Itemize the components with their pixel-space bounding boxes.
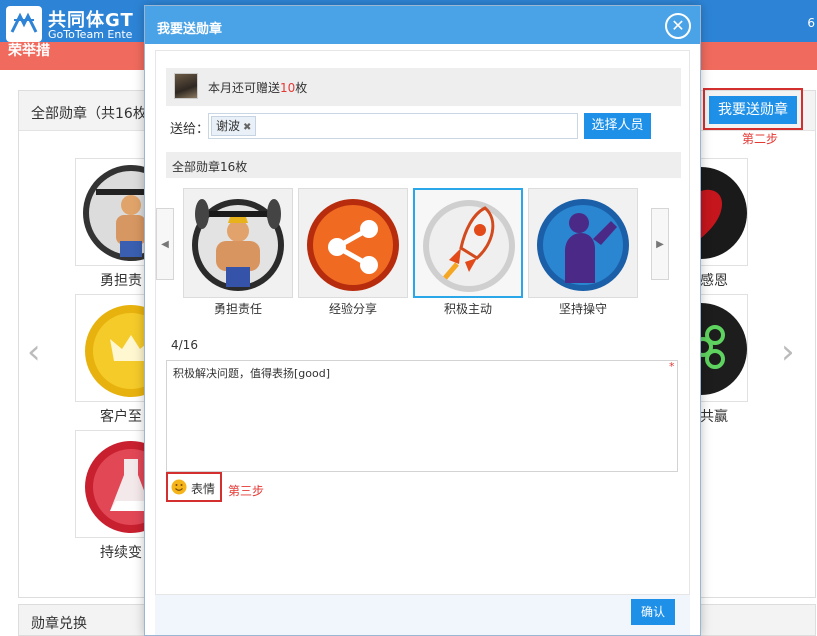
badge-card[interactable] (183, 188, 293, 298)
carousel-prev-icon[interactable]: ‹ (27, 332, 41, 372)
remove-recipient-icon[interactable]: ✖ (243, 122, 251, 133)
quota-bar: 本月还可赠送10枚 (166, 68, 681, 106)
close-icon[interactable]: ✕ (665, 13, 691, 39)
emoji-button[interactable]: 表情 (166, 472, 222, 502)
choose-people-button[interactable]: 选择人员 (584, 113, 651, 139)
emoji-label: 表情 (191, 482, 216, 496)
badge-exchange-title: 勋章兑换 (31, 616, 87, 632)
smiley-icon (171, 479, 187, 495)
quota-count: 10 (280, 81, 296, 95)
quota-suffix: 枚 (295, 81, 308, 95)
share-icon (307, 199, 399, 291)
bg-badge-label: 共赢 (700, 409, 728, 425)
carousel-next-icon[interactable]: › (781, 332, 795, 372)
bg-badge-label: 客户至 (100, 409, 142, 425)
section-title: 荣举措 (8, 43, 50, 59)
send-badge-dialog: 我要送勋章 ✕ 本月还可赠送10枚 送给： 谢波 ✖ 选择人员 全部勋章16枚 ◀… (144, 5, 701, 636)
recipient-tag: 谢波 ✖ (211, 116, 257, 136)
bg-badge-label: 勇担责 (100, 273, 142, 289)
all-badges-title: 全部勋章16枚 (172, 160, 248, 174)
badge-card[interactable] (528, 188, 638, 298)
required-mark: * (669, 360, 675, 373)
recipient-input[interactable]: 谢波 ✖ (208, 113, 578, 139)
message-textarea[interactable]: 积极解决问题，值得表扬[good] (166, 360, 678, 472)
dialog-footer: 确认 (155, 595, 690, 635)
weightlifter-icon (192, 199, 284, 291)
badge-next-button[interactable]: ▶ (651, 208, 669, 280)
rocket-icon (423, 200, 515, 292)
step2-label: 第二步 (742, 132, 779, 146)
badge-label: 积极主动 (443, 302, 492, 316)
bg-badge-label: 感恩 (700, 273, 728, 289)
chevron-left-icon: ◀ (161, 239, 169, 250)
avatar (174, 73, 198, 99)
badge-label: 勇担责任 (213, 302, 262, 316)
all-badges-bar: 全部勋章16枚 (166, 152, 681, 178)
worker-icon (537, 199, 629, 291)
quota-prefix: 本月还可赠送 (208, 81, 281, 95)
badge-label: 坚持操守 (558, 302, 607, 316)
chevron-right-icon: ▶ (656, 239, 664, 250)
send-to-label: 送给： (170, 122, 210, 137)
badge-prev-button[interactable]: ◀ (156, 208, 174, 280)
step3-label: 第三步 (228, 484, 265, 498)
recipient-name: 谢波 (216, 119, 241, 133)
app-logo-icon (6, 6, 42, 42)
quota-text: 本月还可赠送10枚 (208, 79, 307, 96)
dialog-body: 本月还可赠送10枚 送给： 谢波 ✖ 选择人员 全部勋章16枚 ◀ ▶ 勇担责任… (155, 50, 690, 595)
bg-badge-label: 持续变 (100, 545, 142, 561)
dialog-title-bar: 我要送勋章 ✕ (145, 6, 700, 44)
badge-label: 经验分享 (328, 302, 377, 316)
brand-subtitle: GoToTeam Ente (48, 28, 133, 41)
header-corner-text[interactable]: 6 (807, 16, 815, 30)
confirm-button[interactable]: 确认 (631, 599, 675, 625)
step2-highlight-frame (703, 88, 803, 130)
char-counter: 4/16 (171, 338, 198, 352)
badge-card[interactable] (298, 188, 408, 298)
dialog-title: 我要送勋章 (157, 22, 223, 37)
badge-panel-title: 全部勋章（共16枚 (31, 106, 147, 122)
badge-card-selected[interactable] (413, 188, 523, 298)
